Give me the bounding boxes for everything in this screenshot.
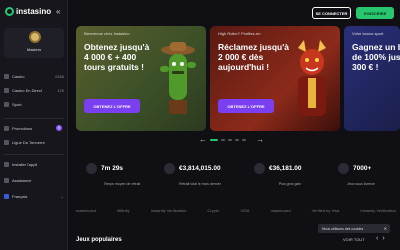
section-title: Jeux populaires [76,237,122,243]
sidebar: instasino « Masters Casino 0456 Casino E… [0,0,68,250]
clock-icon [86,163,97,174]
carousel-next-arrow-icon[interactable]: → [256,135,264,144]
download-icon [4,161,9,167]
chevron-down-icon: ⌄ [60,193,64,199]
carousel-dot[interactable] [221,139,225,141]
sidebar-item-live-casino[interactable]: Casino En Direct 126 [4,86,66,94]
sidebar-item-install-app[interactable]: Installer l'appli [4,160,66,168]
payment-logo: Instantly Verification [150,208,187,213]
payment-logo: Crypto [207,208,220,213]
devil-character-icon [298,40,326,116]
promo-banner-sport[interactable]: Votre bonus sport Gagnez un b de 100% ju… [344,26,400,131]
payment-logo: Instantly Verification [360,208,396,213]
carousel-dot[interactable] [242,139,246,141]
collapse-sidebar-icon[interactable]: « [56,7,60,16]
user-card[interactable]: Masters [4,28,64,58]
dice-icon [338,163,349,174]
sport-icon [4,101,9,107]
sidebar-item-sport[interactable]: Sport [4,100,66,108]
stat-label: Plus gros gain [278,182,302,186]
payment-logo: mastercard [76,208,97,213]
stat-value: 7m 29s [101,165,124,172]
signup-button[interactable]: S'INSCRIRE [356,7,394,19]
carousel-dot[interactable] [210,139,218,141]
cookie-notice: Nous utilisons des cookies ✕ [318,224,390,233]
carousel-prev-arrow-icon[interactable]: ← [199,135,207,144]
sidebar-item-promotions[interactable]: Promotions 9 [4,124,66,132]
stat-label: Jeux sous licence [347,182,375,186]
money-icon [164,163,175,174]
close-icon[interactable]: ✕ [384,226,387,231]
sidebar-item-league[interactable]: Ligue Du Tonnerre [4,138,66,146]
next-arrow-icon[interactable]: › [382,235,384,242]
banner-title: Gagnez un b de 100% jus 300 € ! [352,42,400,72]
carousel-pagination [210,139,246,141]
see-all-link[interactable]: VOIR TOUT [343,237,365,242]
cactus-character-icon [160,42,196,114]
sidebar-item-count: 0456 [55,73,64,79]
logo-icon [5,7,14,16]
payment-logo: Mifinity [117,208,130,213]
gift-icon [4,125,9,131]
chat-icon [4,177,9,183]
brand-name: instasino [16,7,52,16]
banner-subtitle: High Roller? Profitez-en [218,31,261,36]
sidebar-item-label: Sport [12,101,22,107]
banner-subtitle: Bienvenue chez Instasino [84,31,130,36]
promo-banner-welcome[interactable]: Bienvenue chez Instasino Obtenez jusqu'à… [76,26,206,131]
sidebar-item-label: Installer l'appli [12,161,38,167]
sidebar-item-label: Casino En Direct [12,87,43,93]
divider [4,154,64,155]
cookie-text: Nous utilisons des cookies [322,226,364,231]
section-arrows: ‹ › [376,235,385,242]
coin-icon [254,163,265,174]
divider [4,118,64,119]
user-name: Masters [26,47,42,52]
sidebar-item-label: Promotions [12,125,33,131]
sidebar-item-label: Assistance [12,177,32,183]
payment-logo: Verified by Visa [311,208,340,213]
sidebar-item-support[interactable]: Assistance [4,176,66,184]
flag-icon [4,193,9,199]
sidebar-item-language[interactable]: Français ⌄ [4,192,66,200]
carousel-dot[interactable] [228,139,232,141]
payment-logo: VISA [240,208,250,213]
get-offer-button[interactable]: OBTENEZ L'OFFRE [218,99,274,113]
promotions-badge: 9 [56,125,62,131]
stat-value: €3,814,015.00 [179,165,221,172]
payment-methods: mastercard Mifinity Instantly Verificati… [76,208,396,213]
stat-value: 7000+ [353,165,372,172]
stat-label: Retrait total le mois dernier [179,182,221,186]
sidebar-item-label: Casino [12,73,25,79]
brand-logo[interactable]: instasino [5,7,51,16]
sidebar-item-label: Français [12,193,28,199]
carousel-dot[interactable] [235,139,239,141]
get-offer-button[interactable]: OBTENEZ L'OFFRE [84,99,140,113]
prev-arrow-icon[interactable]: ‹ [376,235,378,242]
casino-icon [4,73,9,79]
stat-label: Temps moyen de retrait [103,182,141,186]
sidebar-item-casino[interactable]: Casino 0456 [4,72,66,80]
sidebar-item-label: Ligue Du Tonnerre [12,139,45,145]
banner-title: Obtenez jusqu'à 4 000 € + 400 tours grat… [84,42,150,72]
avatar [29,31,41,43]
stat-value: €36,181.00 [269,165,302,172]
banner-subtitle: Votre bonus sport [352,31,384,36]
banner-title: Réclamez jusqu'à 2 000 € dès aujourd'hui… [218,42,289,72]
login-button[interactable]: SE CONNECTER [312,7,351,19]
payment-logo: mastercard [270,208,291,213]
trophy-icon [4,139,9,145]
promo-banner-high-roller[interactable]: High Roller? Profitez-en Réclamez jusqu'… [210,26,340,131]
sidebar-item-count: 126 [57,87,64,93]
live-casino-icon [4,87,9,93]
